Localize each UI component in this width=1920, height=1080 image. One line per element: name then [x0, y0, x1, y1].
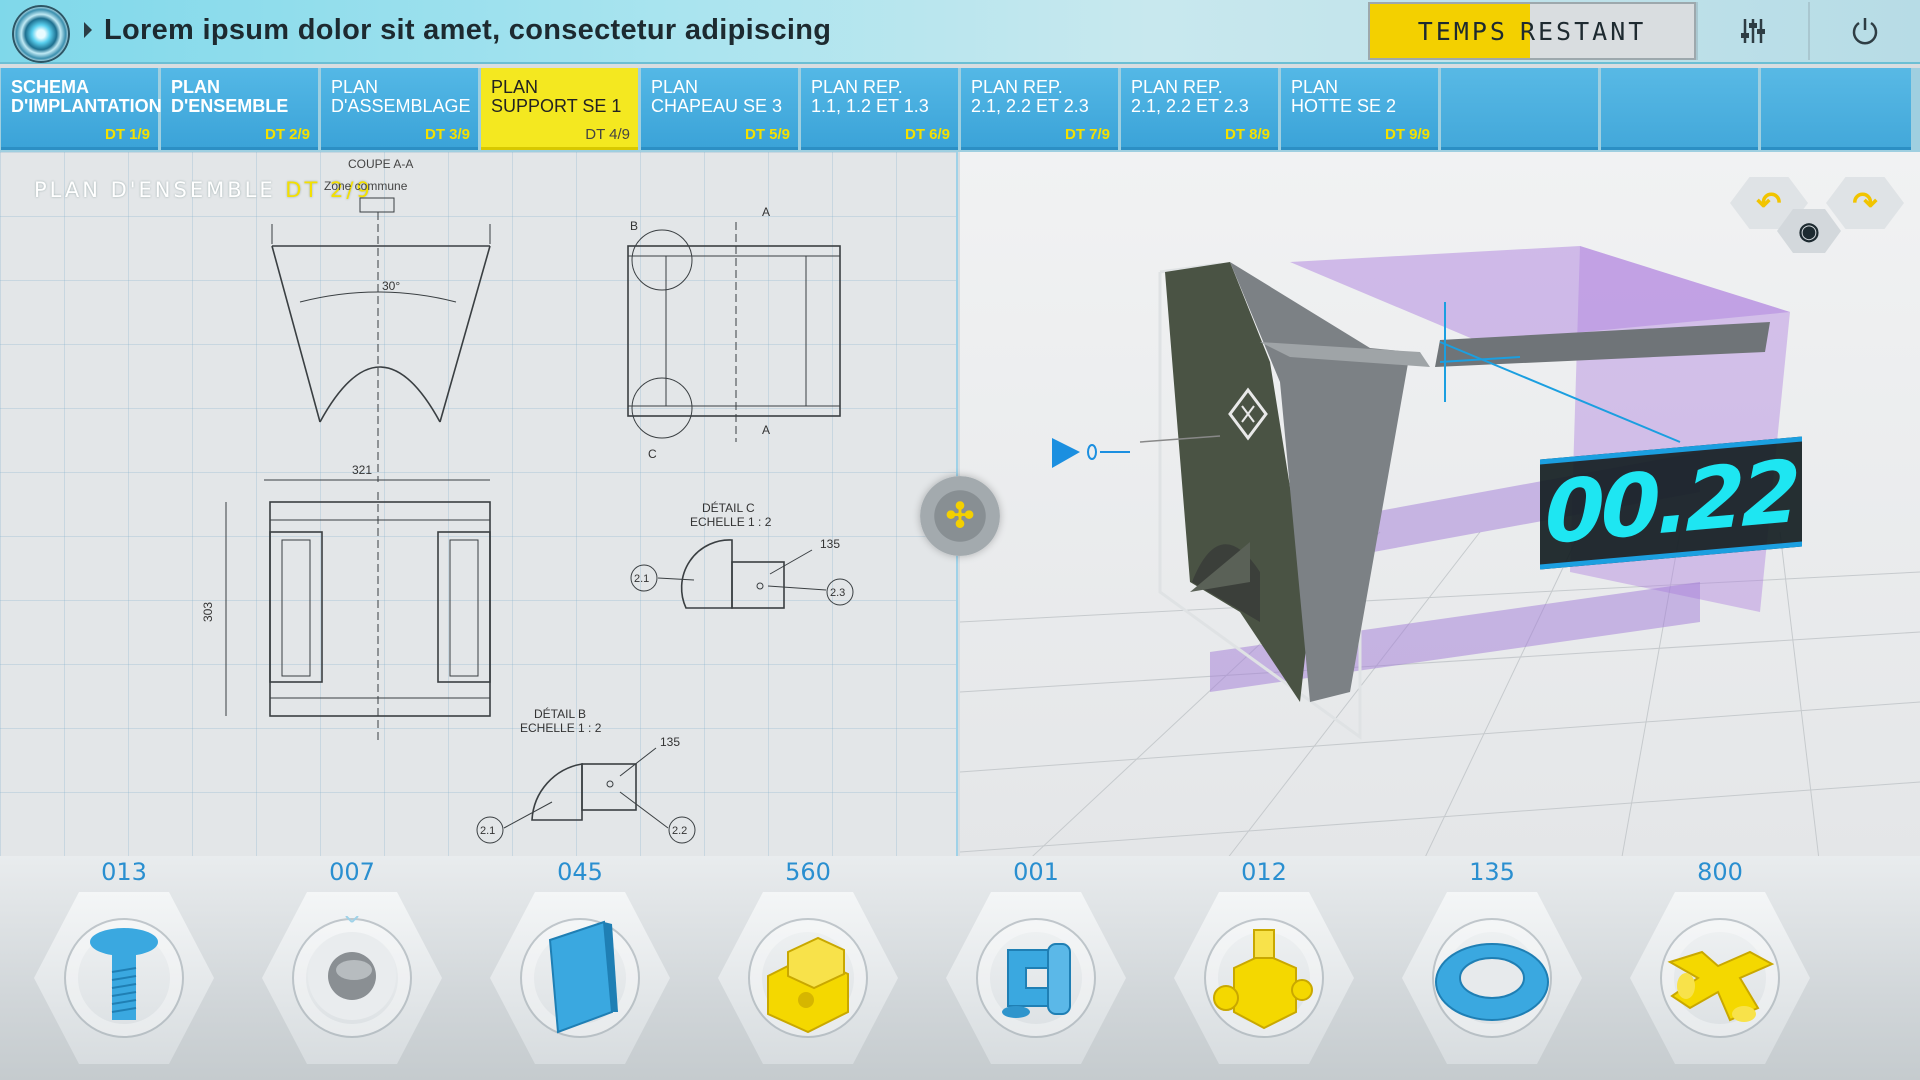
dim-135-b: 135	[660, 735, 680, 749]
ref-21-b: 2.1	[480, 825, 495, 837]
tab-label: PLAN D'ENSEMBLE	[171, 77, 289, 116]
app-title: Lorem ipsum dolor sit amet, consectetur …	[104, 14, 832, 46]
split-drag-handle[interactable]: ✣	[920, 476, 1000, 556]
tab-code: DT 3/9	[424, 126, 470, 143]
detail-c-label: DÉTAIL C	[702, 500, 755, 515]
panel-icon	[548, 920, 618, 1034]
workspace: PLAN D'ENSEMBLE DT 2/9 COUPE A-A Zone co…	[0, 152, 1920, 868]
zone-label: Zone commune	[324, 179, 408, 193]
part-slot-clip[interactable]: 001	[936, 856, 1136, 1080]
tab-code: DT 2/9	[264, 126, 310, 143]
dim-135-c: 135	[820, 537, 840, 551]
tab-dt2[interactable]: PLAN D'ENSEMBLE DT 2/9	[161, 68, 318, 150]
part-slot-ring[interactable]: 135	[1392, 856, 1592, 1080]
tab-dt5[interactable]: PLAN CHAPEAU SE 3 DT 5/9	[641, 68, 798, 150]
measurement-readout: 00.22	[1540, 436, 1802, 570]
power-icon	[1852, 18, 1878, 45]
ref-21-c: 2.1	[634, 573, 649, 585]
fitting-icon	[1213, 929, 1313, 1030]
rotate-left-icon: ↶	[1756, 186, 1782, 220]
tab-dt6[interactable]: PLAN REP. 1.1, 1.2 ET 1.3 DT 6/9	[801, 68, 958, 150]
tab-label: PLAN REP. 1.1, 1.2 ET 1.3	[811, 77, 929, 116]
mark-a-bottom: A	[762, 423, 770, 437]
ref-22: 2.2	[672, 825, 687, 837]
tab-label: PLAN CHAPEAU SE 3	[651, 77, 783, 116]
tab-label: PLAN D'ASSEMBLAGE	[331, 77, 471, 116]
tab-code: DT 5/9	[744, 126, 790, 143]
part-count: 012	[1241, 858, 1287, 886]
part-slot-sleeve[interactable]: 007	[252, 856, 452, 1080]
ref-23: 2.3	[830, 587, 845, 599]
tab-code: DT 8/9	[1224, 126, 1270, 143]
cross-icon	[1667, 950, 1775, 1022]
app-logo-icon[interactable]	[12, 5, 70, 63]
mark-a-top: A	[762, 205, 770, 219]
part-count: 001	[1013, 858, 1059, 886]
part-count: 007	[329, 858, 375, 886]
height-label: 303	[201, 602, 215, 622]
part-slot-block[interactable]: 560	[708, 856, 908, 1080]
tab-dt7[interactable]: PLAN REP. 2.1, 2.2 ET 2.3 DT 7/9	[961, 68, 1118, 150]
detail-c-scale: ECHELLE 1 : 2	[690, 515, 772, 529]
technical-drawing: COUPE A-A Zone commune 30° 321 303 A B A…	[201, 157, 854, 844]
part-slot-fitting[interactable]: 012	[1164, 856, 1364, 1080]
tab-empty	[1761, 68, 1911, 150]
tab-empty	[1601, 68, 1758, 150]
sleeve-icon	[308, 916, 396, 1020]
timer-label-1: TEMPS	[1417, 16, 1508, 46]
tab-dt3[interactable]: PLAN D'ASSEMBLAGE DT 3/9	[321, 68, 478, 150]
tab-dt4[interactable]: PLAN SUPPORT SE 1 DT 4/9	[481, 68, 638, 150]
block-icon	[767, 936, 849, 1034]
3d-viewer[interactable]: 00.22	[960, 152, 1920, 868]
tab-label: PLAN REP. 2.1, 2.2 ET 2.3	[971, 77, 1089, 116]
angle-label: 30°	[382, 279, 400, 293]
tab-code: DT 7/9	[1064, 126, 1110, 143]
bolt-icon	[90, 928, 158, 1020]
timer-label-2: RESTANT	[1519, 16, 1647, 46]
tab-label: PLAN HOTTE SE 2	[1291, 77, 1397, 116]
tab-dt1[interactable]: SCHEMA D'IMPLANTATION DT 1/9	[1, 68, 162, 150]
part-slot-bolt[interactable]: 013	[24, 856, 224, 1080]
tab-dt9[interactable]: PLAN HOTTE SE 2 DT 9/9	[1281, 68, 1438, 150]
chevron-right-icon	[84, 22, 92, 38]
tab-code: DT 1/9	[104, 126, 150, 143]
mark-c: C	[648, 447, 657, 461]
drag-arrows-icon: ✣	[945, 497, 975, 535]
tab-empty	[1441, 68, 1598, 150]
part-count: 560	[785, 858, 831, 886]
blueprint-panel[interactable]: PLAN D'ENSEMBLE DT 2/9 COUPE A-A Zone co…	[0, 152, 958, 868]
part-slot-panel[interactable]: 045	[480, 856, 680, 1080]
part-count: 013	[101, 858, 147, 886]
tab-dt8[interactable]: PLAN REP. 2.1, 2.2 ET 2.3 DT 8/9	[1121, 68, 1278, 150]
tab-label: PLAN SUPPORT SE 1	[491, 77, 622, 116]
coupe-label: COUPE A-A	[348, 157, 413, 171]
width-label: 321	[352, 463, 372, 477]
tab-label: SCHEMA D'IMPLANTATION	[11, 77, 162, 116]
rotate-right-icon: ↷	[1852, 186, 1878, 220]
tab-code: DT 9/9	[1384, 126, 1430, 143]
detail-b-label: DÉTAIL B	[534, 706, 586, 721]
eye-icon: ◉	[1798, 217, 1820, 245]
detail-b-scale: ECHELLE 1 : 2	[520, 721, 602, 735]
tab-label: PLAN REP. 2.1, 2.2 ET 2.3	[1131, 77, 1249, 116]
clip-icon	[1002, 943, 1071, 1018]
time-remaining-indicator: TEMPS RESTANT	[1368, 2, 1696, 60]
settings-button[interactable]	[1696, 2, 1808, 60]
top-bar: Lorem ipsum dolor sit amet, consectetur …	[0, 0, 1920, 64]
mark-b: B	[630, 219, 638, 233]
tab-code: DT 4/9	[585, 126, 630, 143]
sliders-icon	[1741, 19, 1765, 43]
tab-code: DT 6/9	[904, 126, 950, 143]
ring-icon	[1435, 943, 1549, 1021]
part-count: 800	[1697, 858, 1743, 886]
document-tabs: SCHEMA D'IMPLANTATION DT 1/9 PLAN D'ENSE…	[0, 68, 1920, 152]
power-button[interactable]	[1808, 2, 1920, 60]
part-slot-cross[interactable]: 800	[1620, 856, 1820, 1080]
parts-toolbar: 013 007 045 560 001 012 135 800	[0, 856, 1920, 1080]
part-count: 135	[1469, 858, 1515, 886]
part-count: 045	[557, 858, 603, 886]
